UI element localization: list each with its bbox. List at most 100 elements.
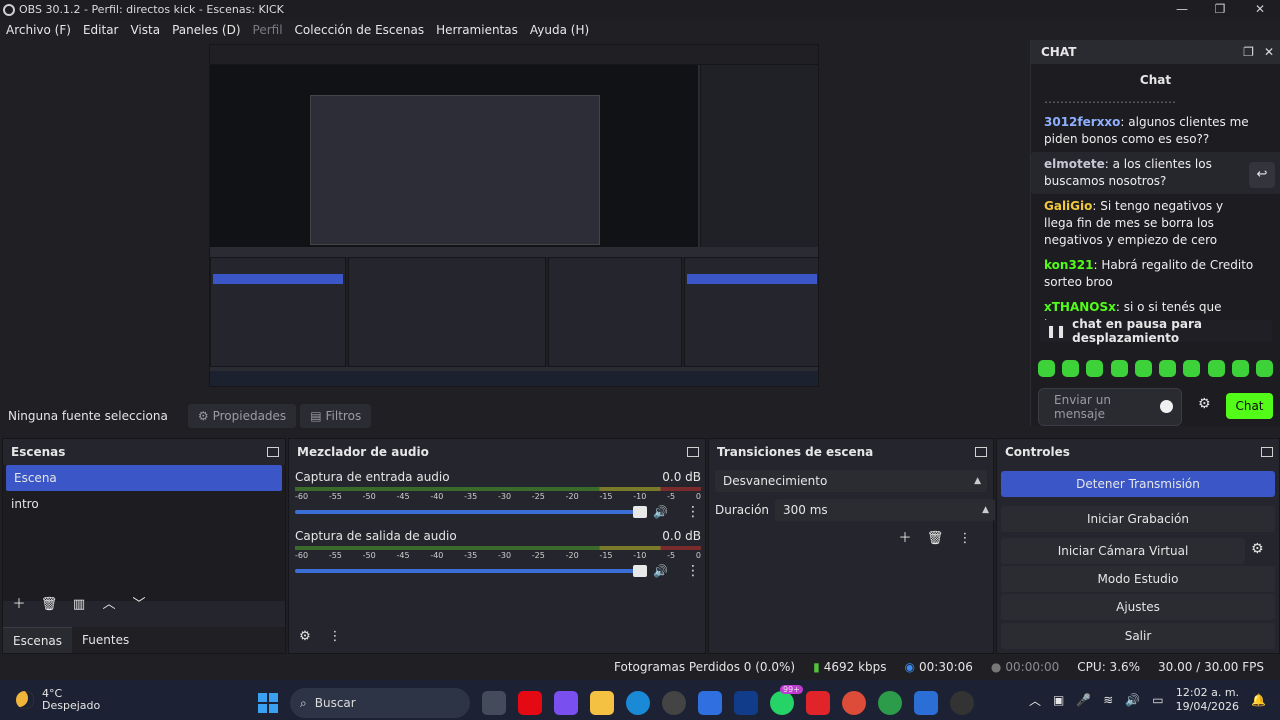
filters-button[interactable]: ▤ Filtros <box>300 404 372 428</box>
menu-vista[interactable]: Vista <box>130 23 160 37</box>
start-virtual-camera-button[interactable]: Iniciar Cámara Virtual <box>1001 538 1245 564</box>
emote-icon[interactable] <box>1207 360 1225 377</box>
tab-escenas[interactable]: Escenas <box>3 627 73 653</box>
file-explorer-icon[interactable] <box>590 691 614 715</box>
menu-ayuda[interactable]: Ayuda (H) <box>530 23 589 37</box>
title-bar: OBS 30.1.2 - Perfil: directos kick - Esc… <box>0 0 1280 19</box>
weather-widget[interactable]: 4°C Despejado <box>16 688 100 712</box>
spin-icon[interactable]: ▲ <box>982 499 989 521</box>
scene-item[interactable]: intro <box>3 491 285 517</box>
emote-icon[interactable] <box>1086 360 1104 377</box>
close-button[interactable]: ✕ <box>1240 0 1280 19</box>
undock-icon[interactable] <box>267 447 279 457</box>
more-options-icon[interactable]: ⋮ <box>686 504 700 520</box>
menu-herramientas[interactable]: Herramientas <box>436 23 518 37</box>
more-options-icon[interactable]: ⋮ <box>955 529 975 549</box>
emote-icon[interactable] <box>1134 360 1152 377</box>
notifications-icon[interactable]: 🔔 <box>1251 693 1266 707</box>
undock-icon[interactable]: ❐ <box>1243 45 1254 59</box>
menu-editar[interactable]: Editar <box>83 23 119 37</box>
obs-icon[interactable] <box>662 691 686 715</box>
add-icon[interactable]: ＋ <box>9 595 29 615</box>
chat-messages[interactable]: …………………………… 3012ferxxo: algunos clientes… <box>1031 96 1280 346</box>
start-recording-button[interactable]: Iniciar Grabación <box>1001 506 1275 532</box>
speaker-icon[interactable]: 🔊 <box>653 564 668 578</box>
wifi-icon[interactable]: ≋ <box>1103 693 1113 707</box>
undock-icon[interactable] <box>687 447 699 457</box>
emoji-icon[interactable] <box>1160 400 1173 413</box>
add-icon[interactable]: ＋ <box>895 529 915 549</box>
undock-icon[interactable] <box>1261 447 1273 457</box>
volume-slider[interactable] <box>295 565 647 577</box>
more-options-icon[interactable]: ⋮ <box>686 563 700 579</box>
chat-username: xTHANOSx <box>1044 300 1116 314</box>
emote-icon[interactable] <box>1255 360 1273 377</box>
clock[interactable]: 12:02 a. m. 19/04/2026 <box>1176 686 1239 714</box>
studio-mode-button[interactable]: Modo Estudio <box>1001 566 1275 592</box>
emote-icon[interactable] <box>1038 360 1055 377</box>
stop-streaming-button[interactable]: Detener Transmisión <box>1001 471 1275 497</box>
copilot-icon[interactable] <box>554 691 578 715</box>
menu-paneles[interactable]: Paneles (D) <box>172 23 240 37</box>
emote-icon[interactable] <box>1231 360 1249 377</box>
disney-icon[interactable] <box>734 691 758 715</box>
chat-settings-icon[interactable]: ⚙ <box>1198 396 1211 412</box>
slider-handle[interactable] <box>633 506 647 518</box>
speaker-icon[interactable]: 🔊 <box>653 505 668 519</box>
tray-app-icon[interactable]: ▣ <box>1053 693 1064 707</box>
advanced-audio-gear-icon[interactable]: ⚙ <box>295 627 315 647</box>
properties-button[interactable]: ⚙ Propiedades <box>187 404 297 428</box>
slider-handle[interactable] <box>633 565 647 577</box>
mic-icon[interactable]: 🎤 <box>1076 693 1091 707</box>
emote-icon[interactable] <box>1062 360 1080 377</box>
cpu-usage: CPU: 3.6% <box>1077 660 1141 674</box>
start-icon[interactable] <box>258 693 278 713</box>
close-chat-icon[interactable]: ✕ <box>1264 45 1274 59</box>
task-view-icon[interactable] <box>482 691 506 715</box>
chat-paused-banner[interactable]: ❚❚ chat en pausa para desplazamiento <box>1040 317 1272 345</box>
chat-message-input[interactable]: Enviar un mensaje <box>1038 388 1182 426</box>
settings-button[interactable]: Ajustes <box>1001 594 1275 620</box>
emote-icon[interactable] <box>1159 360 1177 377</box>
chevron-up-icon[interactable]: ︿ <box>1029 692 1041 709</box>
media-player-icon[interactable] <box>950 691 974 715</box>
arrow-up-icon[interactable]: ︿ <box>99 595 119 615</box>
reply-icon[interactable]: ↩ <box>1249 162 1275 188</box>
more-options-icon[interactable]: ⋮ <box>325 627 345 647</box>
exit-button[interactable]: Salir <box>1001 623 1275 649</box>
whatsapp-icon[interactable]: 99+ <box>770 685 803 715</box>
arrow-down-icon[interactable]: ﹀ <box>129 595 149 615</box>
transition-select[interactable]: Desvanecimiento ▲ <box>715 470 987 492</box>
store-icon[interactable] <box>698 691 722 715</box>
menu-coleccion[interactable]: Colección de Escenas <box>295 23 425 37</box>
chat-send-button[interactable]: Chat <box>1226 393 1273 419</box>
duration-input[interactable]: 300 ms ▲ <box>775 499 996 521</box>
virtual-camera-gear-icon[interactable]: ⚙ <box>1251 541 1264 557</box>
scene-item[interactable]: Escena <box>6 465 282 491</box>
chrome-icon[interactable] <box>842 691 866 715</box>
chrome-profile-icon[interactable] <box>878 691 902 715</box>
window-title: OBS 30.1.2 - Perfil: directos kick - Esc… <box>19 3 284 16</box>
minimize-button[interactable]: — <box>1162 0 1202 19</box>
emote-icon[interactable] <box>1183 360 1201 377</box>
taskbar-search[interactable]: ⌕ Buscar <box>290 688 470 718</box>
anydesk-icon[interactable] <box>806 691 830 715</box>
undock-icon[interactable] <box>975 447 987 457</box>
preview-canvas[interactable] <box>0 40 1028 396</box>
menu-archivo[interactable]: Archivo (F) <box>6 23 71 37</box>
tab-fuentes[interactable]: Fuentes <box>72 627 139 653</box>
scenes-dock: Escenas Escena intro ＋ 🗑 ▥ ︿ ﹀ Escenas F… <box>2 438 286 654</box>
maximize-button[interactable]: ❐ <box>1200 0 1240 19</box>
chat-message: elmotete: a los clientes los buscamos no… <box>1031 152 1280 194</box>
volume-icon[interactable]: 🔊 <box>1125 693 1140 707</box>
battery-icon[interactable]: ▭ <box>1152 693 1163 707</box>
netflix-icon[interactable] <box>518 691 542 715</box>
edge-icon[interactable] <box>626 691 650 715</box>
menu-perfil[interactable]: Perfil <box>253 23 283 37</box>
trash-icon[interactable]: 🗑 <box>925 529 945 549</box>
filter-icon[interactable]: ▥ <box>69 595 89 615</box>
trash-icon[interactable]: 🗑 <box>39 595 59 615</box>
emote-icon[interactable] <box>1110 360 1128 377</box>
app-icon[interactable] <box>914 691 938 715</box>
volume-slider[interactable] <box>295 506 647 518</box>
